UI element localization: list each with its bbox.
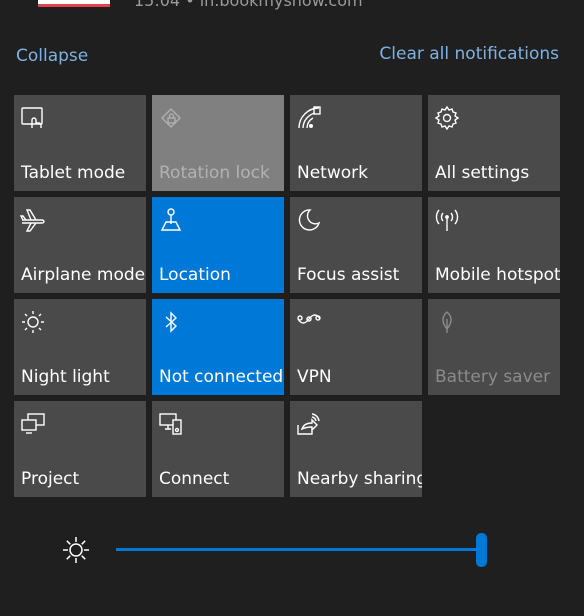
quick-actions-grid: Tablet mode Rotation lock Network All se… <box>14 95 560 497</box>
tile-label: Not connected <box>159 367 284 387</box>
tile-focus-assist[interactable]: Focus assist <box>290 197 422 293</box>
tile-label: Connect <box>159 469 230 489</box>
tile-mobile-hotspot[interactable]: Mobile hotspot <box>428 197 560 293</box>
tile-network[interactable]: Network <box>290 95 422 191</box>
nearby-sharing-icon <box>296 411 322 437</box>
tile-vpn[interactable]: VPN <box>290 299 422 395</box>
connect-icon <box>158 411 184 437</box>
night-light-icon <box>20 309 46 335</box>
tablet-mode-icon <box>20 105 46 131</box>
notification-preview[interactable]: 15:04 • in.bookmyshow.com <box>0 0 584 14</box>
battery-saver-icon <box>434 309 460 335</box>
tile-all-settings[interactable]: All settings <box>428 95 560 191</box>
gear-icon <box>434 105 460 131</box>
notification-thumbnail <box>38 0 110 7</box>
location-icon <box>158 207 184 233</box>
tile-label: All settings <box>435 163 530 183</box>
tile-bluetooth[interactable]: Not connected <box>152 299 284 395</box>
project-icon <box>20 411 46 437</box>
tile-label: VPN <box>297 367 332 387</box>
brightness-slider-track[interactable] <box>116 548 484 551</box>
tile-rotation-lock[interactable]: Rotation lock <box>152 95 284 191</box>
tile-label: Location <box>159 265 231 285</box>
tile-label: Battery saver <box>435 367 551 387</box>
tile-label: Nearby sharing <box>297 469 422 489</box>
airplane-icon <box>20 207 46 233</box>
tile-project[interactable]: Project <box>14 401 146 497</box>
tile-label: Tablet mode <box>21 163 126 183</box>
rotation-lock-icon <box>158 105 184 131</box>
collapse-link[interactable]: Collapse <box>16 46 88 66</box>
tile-label: Focus assist <box>297 265 400 285</box>
tile-label: Night light <box>21 367 110 387</box>
tile-night-light[interactable]: Night light <box>14 299 146 395</box>
hotspot-icon <box>434 207 460 233</box>
tile-label: Project <box>21 469 80 489</box>
tile-label: Rotation lock <box>159 163 270 183</box>
moon-icon <box>296 207 322 233</box>
brightness-icon <box>62 536 90 564</box>
tile-airplane-mode[interactable]: Airplane mode <box>14 197 146 293</box>
tile-location[interactable]: Location <box>152 197 284 293</box>
vpn-icon <box>296 309 322 335</box>
clear-all-notifications-link[interactable]: Clear all notifications <box>379 44 559 64</box>
brightness-slider-thumb[interactable] <box>476 533 487 567</box>
bluetooth-icon <box>158 309 184 335</box>
notification-meta: 15:04 • in.bookmyshow.com <box>134 0 363 10</box>
tile-tablet-mode[interactable]: Tablet mode <box>14 95 146 191</box>
network-icon <box>296 105 322 131</box>
tile-label: Airplane mode <box>21 265 146 285</box>
tile-label: Mobile hotspot <box>435 265 560 285</box>
tile-nearby-sharing[interactable]: Nearby sharing <box>290 401 422 497</box>
tile-battery-saver[interactable]: Battery saver <box>428 299 560 395</box>
tile-connect[interactable]: Connect <box>152 401 284 497</box>
tile-label: Network <box>297 163 368 183</box>
